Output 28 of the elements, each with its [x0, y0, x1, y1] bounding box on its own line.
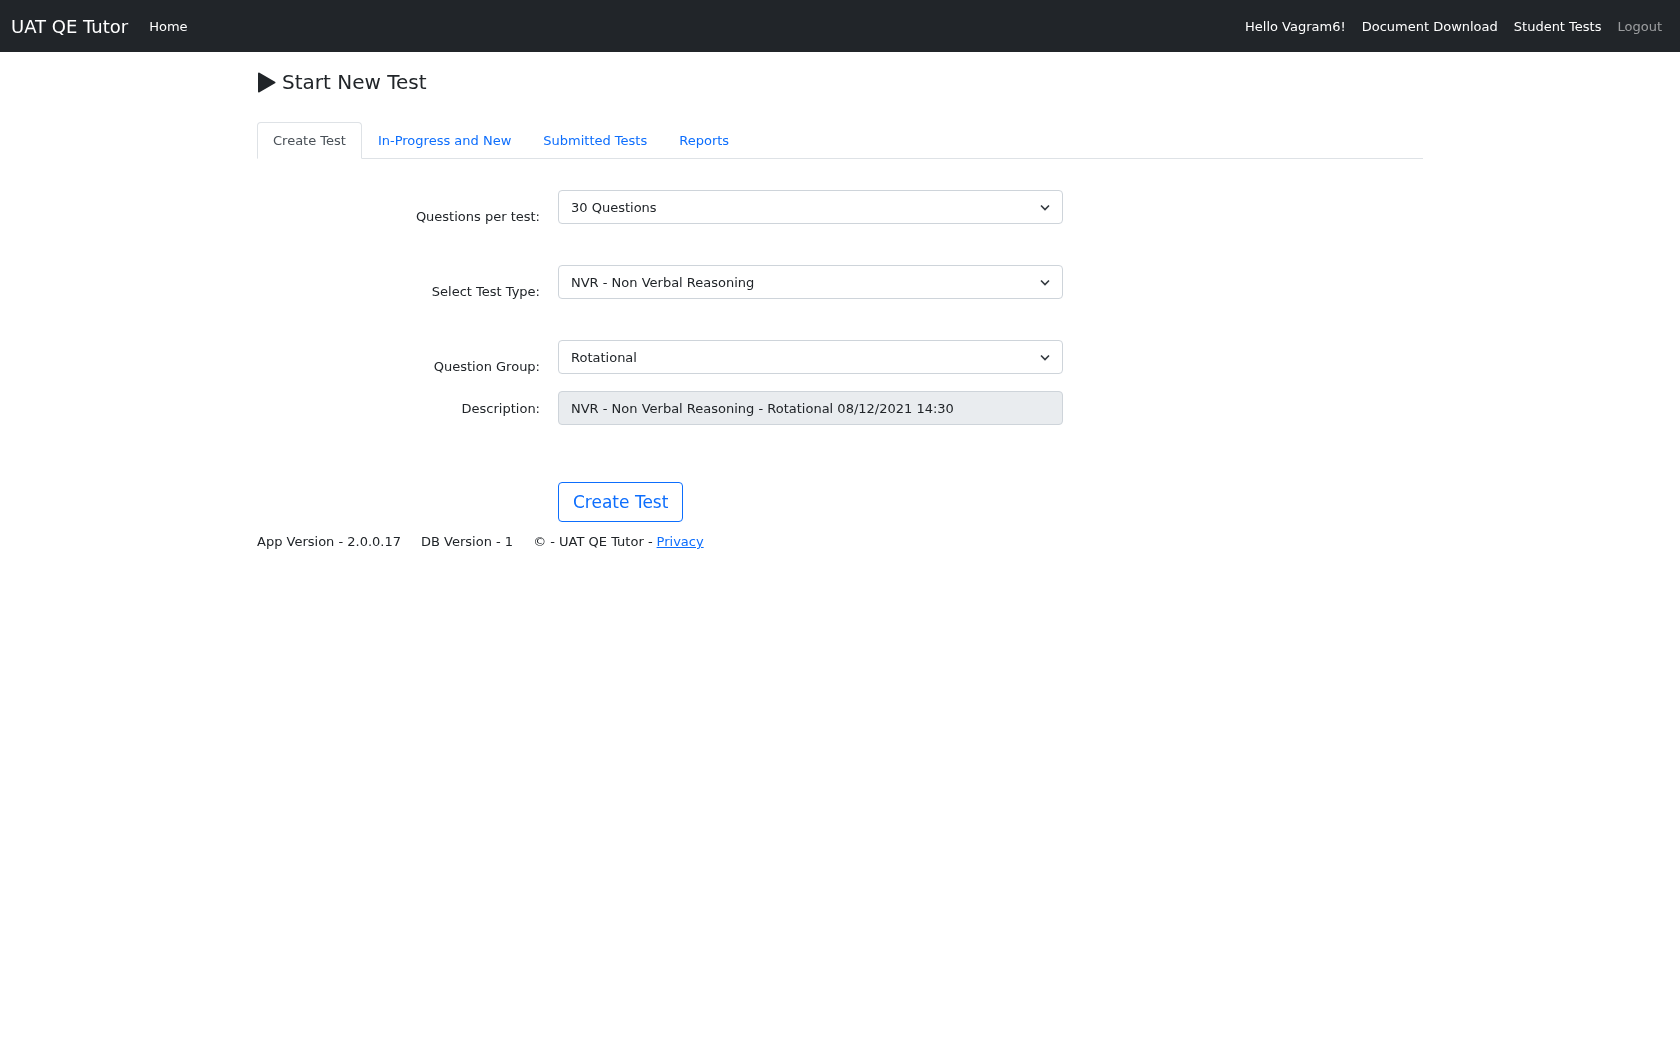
nav-link[interactable]: Hello Vagram6!: [1245, 18, 1346, 34]
description-field[interactable]: NVR - Non Verbal Reasoning - Rotational 08/12/2021 14:30: [558, 391, 1063, 425]
nav-link[interactable]: Logout: [1617, 18, 1662, 34]
tab[interactable]: Reports: [663, 122, 746, 159]
select-field[interactable]: 30 Questions: [558, 190, 1063, 224]
chevron-down-icon: [1040, 203, 1050, 211]
tab[interactable]: Create Test: [257, 122, 362, 159]
select-field[interactable]: NVR - Non Verbal Reasoning: [558, 265, 1063, 299]
nav-link[interactable]: Home: [149, 18, 188, 34]
field-label: Description:: [460, 400, 540, 416]
copyright-text: © - UAT QE Tutor -: [533, 534, 653, 549]
field-label: Questions per test:: [414, 209, 540, 224]
field-label: Select Test Type:: [430, 284, 540, 299]
play-icon: [257, 71, 276, 93]
nav-link[interactable]: Document Download: [1361, 18, 1498, 34]
select-field[interactable]: Rotational: [558, 340, 1063, 374]
nav-link[interactable]: Student Tests: [1513, 18, 1602, 34]
chevron-down-icon: [1040, 353, 1050, 361]
page-heading: Start New Test: [282, 70, 427, 94]
chevron-down-icon: [1040, 278, 1050, 286]
create-test-button[interactable]: Create Test: [558, 482, 684, 522]
field-label: Question Group:: [432, 359, 540, 374]
db-version-text: DB Version - 1: [421, 534, 514, 549]
tab[interactable]: Submitted Tests: [527, 122, 664, 159]
tab[interactable]: In-Progress and New: [361, 122, 528, 159]
privacy-link[interactable]: Privacy: [656, 534, 704, 549]
app-version-text: App Version - 2.0.0.17: [257, 534, 402, 549]
brand-title[interactable]: UAT QE Tutor: [11, 15, 129, 37]
